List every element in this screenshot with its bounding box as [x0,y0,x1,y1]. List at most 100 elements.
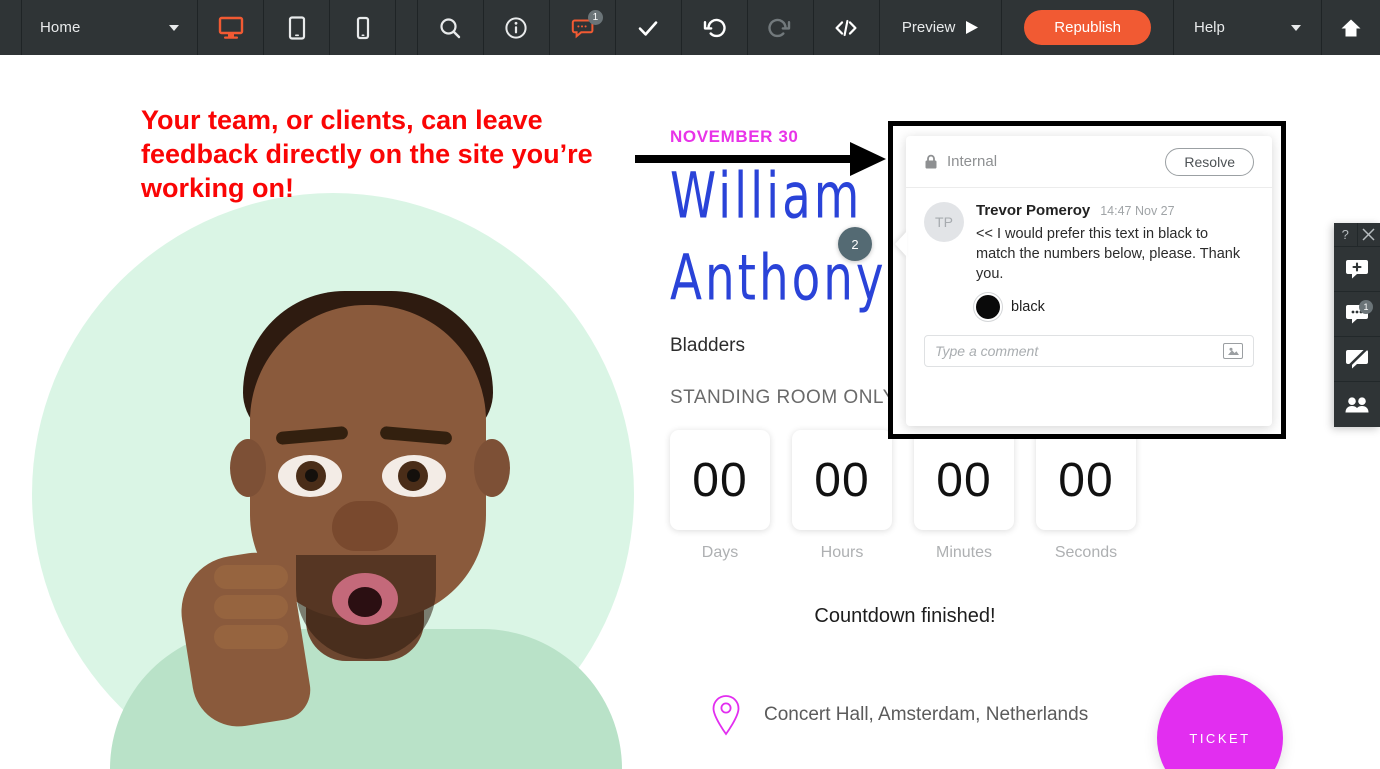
annotation-line-1: Your team, or clients, can leave [141,105,543,135]
countdown-label: Minutes [935,544,993,561]
redo-icon [768,18,791,37]
republish-button[interactable]: Republish [1024,10,1151,45]
check-icon [639,20,658,36]
venue-address: Concert Hall, Amsterdam, Netherlands [764,704,1089,725]
info-icon [505,16,528,39]
comment-visibility: Internal [924,153,997,170]
side-panel-comment-badge: 1 [1359,300,1373,314]
countdown-value: 00 [792,430,892,530]
page-selector-dropdown[interactable]: Home [22,0,198,55]
side-panel-close-button[interactable] [1358,223,1380,246]
people-icon [1345,396,1369,412]
preview-label: Preview [901,19,956,36]
comment-message: << I would prefer this text in black to … [976,226,1241,282]
chevron-down-icon [169,24,179,31]
collaboration-side-panel: ? 1 [1334,223,1380,427]
add-comment-button[interactable] [1334,247,1380,292]
countdown-value: 00 [1036,430,1136,530]
search-icon [440,17,461,38]
event-subtitle: Bladders [670,335,745,356]
comment-input[interactable] [935,343,1223,359]
tablet-icon [288,15,305,40]
comments-button[interactable]: 1 [550,0,616,55]
annotation-line-3: working on! [141,173,294,203]
redo-button[interactable] [748,0,814,55]
side-panel-help-button[interactable]: ? [1334,223,1358,246]
undo-button[interactable] [682,0,748,55]
device-desktop-button[interactable] [198,0,264,55]
comment-meta: Trevor Pomeroy 14:47 Nov 27 [976,202,1248,219]
home-button[interactable] [1322,0,1380,55]
hero-portrait-photo [110,243,622,769]
comment-plus-icon [1346,260,1368,279]
countdown-label: Seconds [1054,544,1118,561]
comment-color-attachment: black [976,295,1248,319]
help-dropdown[interactable]: Help [1174,0,1322,55]
countdown-status: Countdown finished! [814,605,996,627]
device-tablet-button[interactable] [264,0,330,55]
search-button[interactable] [418,0,484,55]
confirm-button[interactable] [616,0,682,55]
annotation-arrow-line [635,155,855,163]
comment-item: Trevor Pomeroy 14:47 Nov 27 << I would p… [976,202,1248,319]
comments-count-badge: 1 [587,10,603,25]
venue-row: Concert Hall, Amsterdam, Netherlands [710,693,1088,737]
countdown-unit: 00 Days [670,430,770,562]
comment-timestamp: 14:47 Nov 27 [1100,204,1175,218]
comments-list-button[interactable]: 1 [1334,292,1380,337]
collaborators-button[interactable] [1334,382,1380,427]
close-icon [1362,228,1375,241]
chevron-down-icon [1291,24,1301,31]
countdown-value: 00 [914,430,1014,530]
toolbar-left-edge [0,0,22,55]
image-icon[interactable] [1223,343,1243,359]
comment-slash-icon [1346,348,1368,369]
preview-button[interactable]: Preview [880,0,1003,55]
info-button[interactable] [484,0,550,55]
top-toolbar: Home 1 Preview Republish Help [0,0,1380,55]
undo-icon [704,18,727,37]
comment-author: Trevor Pomeroy [976,202,1091,219]
code-view-button[interactable] [814,0,880,55]
device-mobile-button[interactable] [330,0,396,55]
site-canvas: Your team, or clients, can leave feedbac… [0,55,1380,769]
artist-name-line-1: William [670,160,863,234]
countdown-unit: 00 Minutes [914,430,1014,562]
republish-cell: Republish [1002,0,1174,55]
event-date: NOVEMBER 30 [670,127,799,146]
comment-visibility-label: Internal [947,153,998,170]
page-selector-label: Home [40,19,81,36]
hide-comments-button[interactable] [1334,337,1380,382]
comment-panel-header: Internal Resolve [906,136,1272,188]
color-swatch-label: black [1011,299,1045,315]
ticket-button[interactable]: TICKET [1157,675,1283,769]
annotation-arrow-head [850,142,886,176]
comment-input-wrapper[interactable] [924,335,1254,367]
countdown-timer: 00 Days 00 Hours 00 Minutes 00 Seconds [670,430,1136,562]
countdown-label: Days [701,544,739,561]
color-swatch [976,295,1000,319]
comment-panel-pointer [895,231,907,257]
side-panel-top-row: ? [1334,223,1380,247]
countdown-label: Hours [820,544,864,561]
comment-panel: Internal Resolve TP Trevor Pomeroy 14:47… [895,136,1272,426]
comment-thread: TP Trevor Pomeroy 14:47 Nov 27 << I woul… [906,188,1272,319]
comment-compose-row [906,319,1272,367]
toolbar-spacer [396,0,418,55]
mobile-icon [356,16,369,39]
countdown-unit: 00 Seconds [1036,430,1136,562]
map-pin-icon [712,695,740,736]
help-label: Help [1194,19,1225,36]
countdown-unit: 00 Hours [792,430,892,562]
event-tagline: STANDING ROOM ONLY [670,387,896,408]
comment-marker-badge[interactable]: 2 [838,227,872,261]
code-icon [835,19,857,36]
desktop-icon [218,16,243,39]
play-icon [966,21,979,34]
resolve-button[interactable]: Resolve [1165,147,1254,176]
lock-icon [925,154,937,168]
home-icon [1341,19,1361,36]
comment-panel-highlight: Internal Resolve TP Trevor Pomeroy 14:47… [888,121,1286,439]
annotation-line-2: feedback directly on the site you’re [141,139,593,169]
countdown-value: 00 [670,430,770,530]
